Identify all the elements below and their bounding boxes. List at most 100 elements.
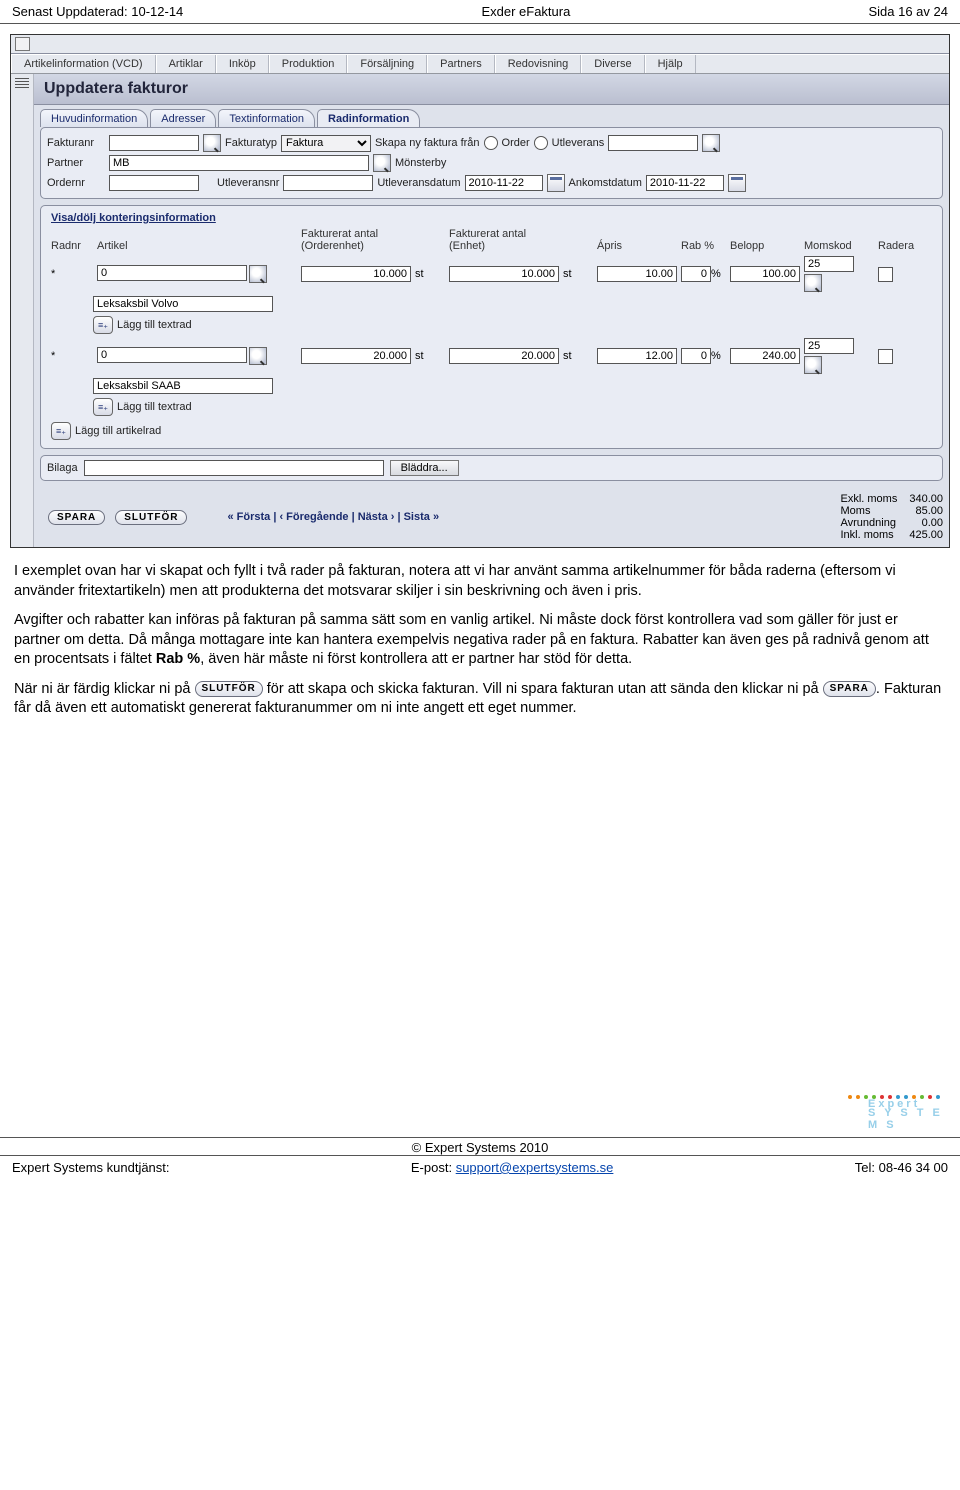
apris-input[interactable] <box>597 348 677 364</box>
footer-left: Expert Systems kundtjänst: <box>12 1160 170 1175</box>
delete-checkbox[interactable] <box>878 267 893 282</box>
tab-adresser[interactable]: Adresser <box>150 109 216 127</box>
menu-item[interactable]: Artikelinformation (VCD) <box>11 55 156 73</box>
footer-mid: E-post: support@expertsystems.se <box>411 1160 614 1175</box>
utleveransnr-input[interactable] <box>283 175 373 191</box>
add-icon[interactable]: ≡₊ <box>51 422 71 440</box>
radio-order[interactable] <box>484 136 498 150</box>
fakturanr-input[interactable] <box>109 135 199 151</box>
total-label: Moms <box>841 505 871 517</box>
search-icon[interactable] <box>203 134 221 152</box>
line-row: * st st % <box>47 254 936 294</box>
paragraph: När ni är färdig klickar ni på SLUTFÖR f… <box>14 680 946 719</box>
attachment-panel: Bilaga Bläddra... <box>40 455 943 481</box>
total-label: Avrundning <box>841 517 896 529</box>
label-utleveransnr: Utleveransnr <box>217 177 279 189</box>
slutfor-button[interactable]: SLUTFÖR <box>115 510 187 525</box>
fakturatyp-select[interactable]: Faktura <box>281 135 371 152</box>
total-value: 340.00 <box>909 493 943 505</box>
inline-spara: SPARA <box>823 681 876 697</box>
radio-utleverans[interactable] <box>534 136 548 150</box>
page-heading-band: Uppdatera fakturor <box>34 74 949 105</box>
qty-enhet-input[interactable] <box>449 348 559 364</box>
search-icon[interactable] <box>249 347 267 365</box>
menu-item[interactable]: Försäljning <box>347 55 427 73</box>
total-value: 425.00 <box>909 529 943 541</box>
updated-text: Senast Uppdaterad: 10-12-14 <box>12 4 183 19</box>
unit-order: st <box>415 268 445 280</box>
artikel-name-input[interactable] <box>93 296 273 312</box>
calendar-icon[interactable] <box>728 174 746 192</box>
menu-item[interactable]: Artiklar <box>156 55 216 73</box>
menu-item[interactable]: Inköp <box>216 55 269 73</box>
skapa-value-input[interactable] <box>608 135 698 151</box>
tab-huvudinformation[interactable]: Huvudinformation <box>40 109 148 127</box>
label-partner: Partner <box>47 157 105 169</box>
search-icon[interactable] <box>804 356 822 374</box>
col-belopp: Belopp <box>730 240 800 252</box>
line-subrow <box>47 376 936 396</box>
artikel-input[interactable] <box>97 347 247 363</box>
unit-enhet: st <box>563 268 593 280</box>
tab-textinformation[interactable]: Textinformation <box>218 109 315 127</box>
paragraph: I exemplet ovan har vi skapat och fyllt … <box>14 562 946 601</box>
add-textrad-label[interactable]: Lägg till textrad <box>117 401 192 413</box>
partner-name: Mönsterby <box>395 157 446 169</box>
artikel-name-input[interactable] <box>93 378 273 394</box>
apris-input[interactable] <box>597 266 677 282</box>
utleveransdatum-input[interactable] <box>465 175 543 191</box>
col-radera: Radera <box>878 240 923 252</box>
qty-enhet-input[interactable] <box>449 266 559 282</box>
menu-item[interactable]: Redovisning <box>495 55 582 73</box>
delete-checkbox[interactable] <box>878 349 893 364</box>
opt-utleverans: Utleverans <box>552 137 605 149</box>
momskod-input[interactable] <box>804 256 854 272</box>
add-icon[interactable]: ≡₊ <box>93 398 113 416</box>
add-text-row: ≡₊ Lägg till textrad <box>47 314 936 336</box>
search-icon[interactable] <box>702 134 720 152</box>
add-icon[interactable]: ≡₊ <box>93 316 113 334</box>
expert-logo: ExpertS Y S T E M S <box>828 1095 948 1143</box>
momskod-input[interactable] <box>804 338 854 354</box>
qty-order-input[interactable] <box>301 266 411 282</box>
search-icon[interactable] <box>249 265 267 283</box>
add-artikelrad-label[interactable]: Lägg till artikelrad <box>75 425 161 437</box>
cell-radnr: * <box>51 350 93 362</box>
rab-input[interactable] <box>681 348 711 364</box>
pager[interactable]: « Första | ‹ Föregående | Nästa › | Sist… <box>227 511 439 523</box>
rab-input[interactable] <box>681 266 711 282</box>
artikel-input[interactable] <box>97 265 247 281</box>
add-text-row: ≡₊ Lägg till textrad <box>47 396 936 418</box>
header-panel: Fakturanr Fakturatyp Faktura Skapa ny fa… <box>40 127 943 199</box>
col-fakt-order: Fakturerat antal (Orderenhet) <box>301 228 411 252</box>
browse-button[interactable]: Bläddra... <box>390 460 459 476</box>
menu-item[interactable]: Produktion <box>269 55 348 73</box>
home-icon[interactable] <box>15 37 30 51</box>
ankomstdatum-input[interactable] <box>646 175 724 191</box>
tab-radinformation[interactable]: Radinformation <box>317 109 420 127</box>
footer-right: Tel: 08-46 34 00 <box>855 1160 948 1175</box>
calendar-icon[interactable] <box>547 174 565 192</box>
belopp-input[interactable] <box>730 348 800 364</box>
partner-input[interactable] <box>109 155 369 171</box>
label-ankomstdatum: Ankomstdatum <box>569 177 642 189</box>
spara-button[interactable]: SPARA <box>48 510 105 525</box>
search-icon[interactable] <box>373 154 391 172</box>
menu-item[interactable]: Partners <box>427 55 495 73</box>
add-textrad-label[interactable]: Lägg till textrad <box>117 319 192 331</box>
qty-order-input[interactable] <box>301 348 411 364</box>
lines-panel: Visa/dölj konteringsinformation Radnr Ar… <box>40 205 943 449</box>
menu-item[interactable]: Hjälp <box>645 55 696 73</box>
document-header: Senast Uppdaterad: 10-12-14 Exder eFaktu… <box>0 0 960 21</box>
belopp-input[interactable] <box>730 266 800 282</box>
menu-item[interactable]: Diverse <box>581 55 644 73</box>
ordernr-input[interactable] <box>109 175 199 191</box>
rail-icon[interactable] <box>15 78 29 88</box>
unit-order: st <box>415 350 445 362</box>
page-number: Sida 16 av 24 <box>868 4 948 19</box>
col-radnr: Radnr <box>51 240 93 252</box>
bilaga-input[interactable] <box>84 460 384 476</box>
search-icon[interactable] <box>804 274 822 292</box>
support-email-link[interactable]: support@expertsystems.se <box>456 1160 614 1175</box>
toggle-kontering-link[interactable]: Visa/dölj konteringsinformation <box>51 212 216 224</box>
